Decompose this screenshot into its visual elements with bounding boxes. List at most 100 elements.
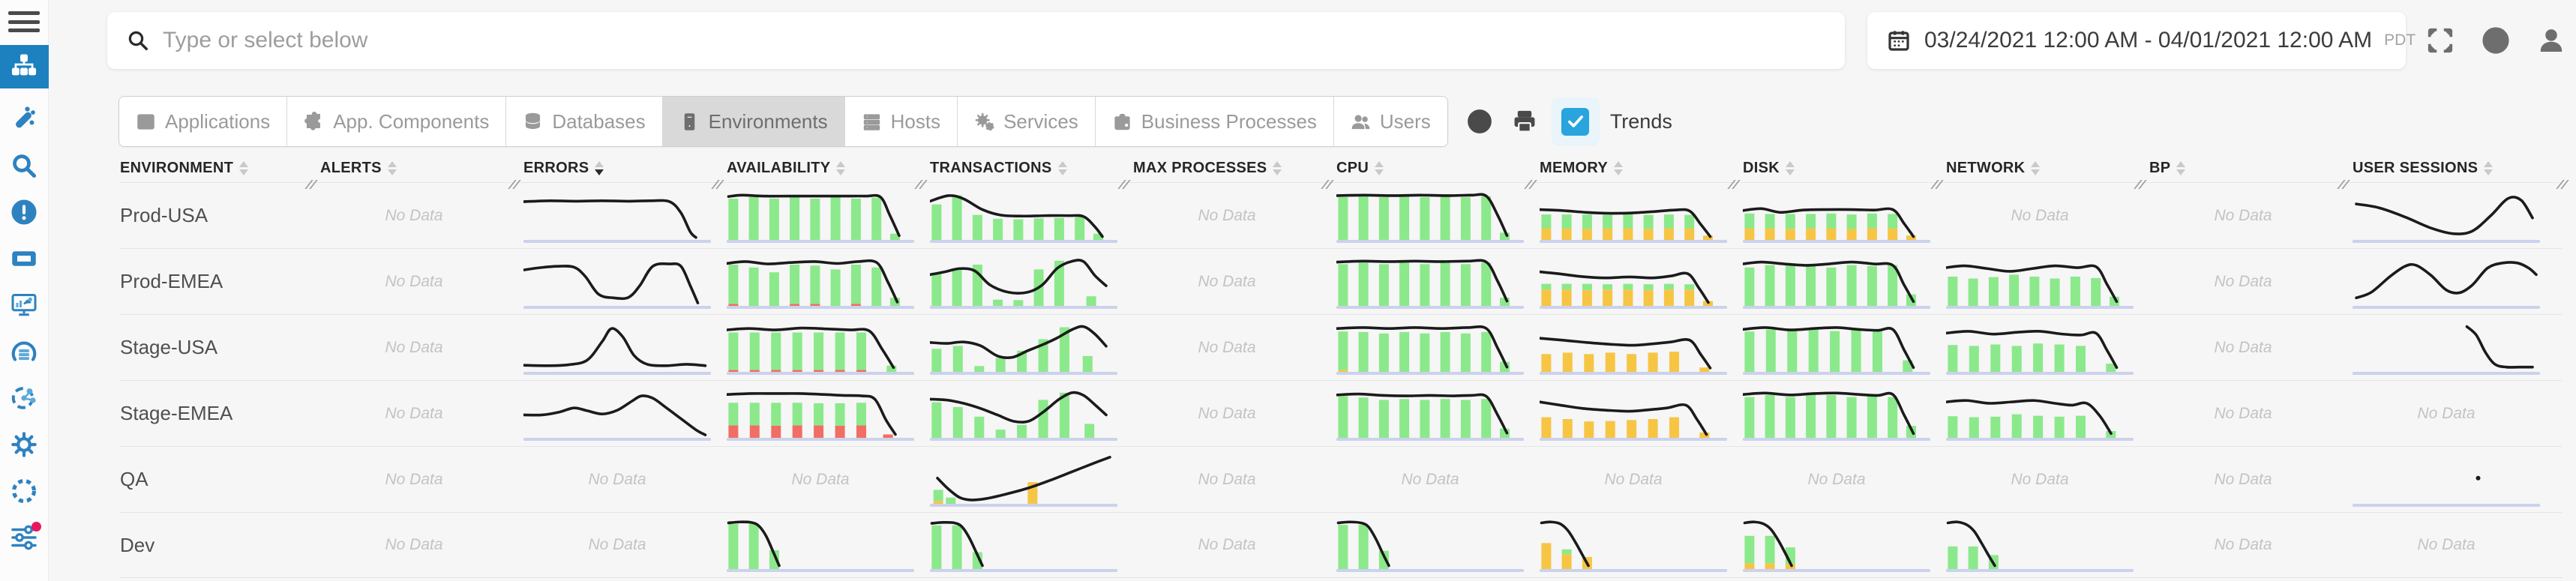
cell-memory[interactable] bbox=[1540, 381, 1743, 446]
sidebar-item-integrations[interactable] bbox=[0, 381, 49, 415]
cell-cpu[interactable] bbox=[1336, 315, 1540, 380]
column-header-memory[interactable]: MEMORY bbox=[1540, 160, 1743, 177]
cell-max_processes[interactable]: No Data bbox=[1133, 249, 1336, 314]
cell-bp[interactable]: No Data bbox=[2149, 183, 2353, 248]
sort-icon[interactable] bbox=[1614, 161, 1623, 175]
cell-cpu[interactable] bbox=[1336, 513, 1540, 577]
sidebar-item-dashed-circle[interactable] bbox=[0, 474, 49, 508]
sidebar-item-filters[interactable] bbox=[0, 520, 49, 555]
environment-name[interactable]: QA bbox=[120, 447, 320, 512]
cell-disk[interactable] bbox=[1743, 513, 1946, 577]
cell-disk[interactable] bbox=[1743, 381, 1946, 446]
cell-user_sessions[interactable] bbox=[2353, 447, 2563, 512]
sort-icon[interactable] bbox=[836, 161, 845, 175]
trends-toggle[interactable]: Trends bbox=[1552, 97, 1672, 145]
cell-network[interactable]: No Data bbox=[1946, 447, 2149, 512]
sort-icon[interactable] bbox=[1058, 161, 1067, 175]
cell-transactions[interactable] bbox=[930, 447, 1133, 512]
cell-bp[interactable]: No Data bbox=[2149, 381, 2353, 446]
cell-max_processes[interactable]: No Data bbox=[1133, 447, 1336, 512]
cell-max_processes[interactable]: No Data bbox=[1133, 513, 1336, 577]
column-header-user_sessions[interactable]: USER SESSIONS bbox=[2353, 160, 2563, 177]
cell-max_processes[interactable]: No Data bbox=[1133, 315, 1336, 380]
date-range-picker[interactable]: 03/24/2021 12:00 AM - 04/01/2021 12:00 A… bbox=[1867, 12, 2406, 69]
cell-user_sessions[interactable]: No Data bbox=[2353, 381, 2563, 446]
cell-network[interactable] bbox=[1946, 249, 2149, 314]
sort-icon[interactable] bbox=[1375, 161, 1384, 175]
user-menu-button[interactable] bbox=[2535, 24, 2568, 57]
cell-alerts[interactable]: No Data bbox=[320, 447, 523, 512]
tab-environments[interactable]: Environments bbox=[662, 97, 844, 146]
replay-button[interactable] bbox=[1463, 105, 1496, 138]
menu-icon[interactable] bbox=[8, 9, 40, 34]
cell-network[interactable] bbox=[1946, 381, 2149, 446]
table-row[interactable]: Prod-USANo DataNo DataNo DataNo Data bbox=[120, 182, 2563, 248]
tab-services[interactable]: Services bbox=[957, 97, 1095, 146]
sidebar-item-settings[interactable] bbox=[0, 427, 49, 462]
cell-disk[interactable] bbox=[1743, 315, 1946, 380]
column-header-alerts[interactable]: ALERTS bbox=[320, 160, 523, 177]
cell-cpu[interactable] bbox=[1336, 249, 1540, 314]
cell-availability[interactable] bbox=[727, 183, 930, 248]
table-row[interactable]: QANo DataNo DataNo DataNo DataNo DataNo … bbox=[120, 446, 2563, 512]
cell-alerts[interactable]: No Data bbox=[320, 381, 523, 446]
cell-errors[interactable] bbox=[523, 249, 727, 314]
column-header-cpu[interactable]: CPU bbox=[1336, 160, 1540, 177]
cell-errors[interactable]: No Data bbox=[523, 447, 727, 512]
sort-icon[interactable] bbox=[1273, 161, 1282, 175]
cell-max_processes[interactable]: No Data bbox=[1133, 183, 1336, 248]
tab-databases[interactable]: Databases bbox=[505, 97, 661, 146]
cell-availability[interactable] bbox=[727, 381, 930, 446]
cell-network[interactable] bbox=[1946, 315, 2149, 380]
environment-name[interactable]: Prod-USA bbox=[120, 183, 320, 248]
cell-availability[interactable]: No Data bbox=[727, 447, 930, 512]
cell-errors[interactable] bbox=[523, 183, 727, 248]
cell-memory[interactable] bbox=[1540, 315, 1743, 380]
sidebar-item-search[interactable] bbox=[0, 148, 49, 183]
column-header-disk[interactable]: DISK bbox=[1743, 160, 1946, 177]
sort-icon[interactable] bbox=[2176, 161, 2185, 175]
print-button[interactable] bbox=[1508, 105, 1541, 138]
cell-alerts[interactable]: No Data bbox=[320, 249, 523, 314]
cell-user_sessions[interactable] bbox=[2353, 249, 2563, 314]
cell-transactions[interactable] bbox=[930, 513, 1133, 577]
cell-transactions[interactable] bbox=[930, 381, 1133, 446]
sidebar-item-alerts[interactable] bbox=[0, 195, 49, 229]
sort-icon[interactable] bbox=[388, 161, 397, 175]
cell-network[interactable]: No Data bbox=[1946, 183, 2149, 248]
cell-network[interactable] bbox=[1946, 513, 2149, 577]
column-header-transactions[interactable]: TRANSACTIONS bbox=[930, 160, 1133, 177]
cell-user_sessions[interactable] bbox=[2353, 183, 2563, 248]
trends-checkbox[interactable] bbox=[1561, 108, 1589, 136]
cell-transactions[interactable] bbox=[930, 183, 1133, 248]
cell-errors[interactable] bbox=[523, 381, 727, 446]
cell-alerts[interactable]: No Data bbox=[320, 183, 523, 248]
environment-name[interactable]: Stage-EMEA bbox=[120, 381, 320, 446]
table-row[interactable]: DevNo DataNo DataNo DataNo DataNo Data bbox=[120, 512, 2563, 578]
environment-name[interactable]: Dev bbox=[120, 513, 320, 577]
sort-icon[interactable] bbox=[239, 161, 248, 175]
sort-icon[interactable] bbox=[2484, 161, 2493, 175]
sort-icon[interactable] bbox=[2031, 161, 2040, 175]
sidebar-item-ticket[interactable] bbox=[0, 241, 49, 276]
play-button[interactable] bbox=[2479, 24, 2512, 57]
tab-app-components[interactable]: App. Components bbox=[286, 97, 505, 146]
sidebar-item-dashboard[interactable] bbox=[0, 288, 49, 322]
cell-memory[interactable] bbox=[1540, 183, 1743, 248]
table-row[interactable]: Prod-EMEANo DataNo DataNo Data bbox=[120, 248, 2563, 314]
cell-transactions[interactable] bbox=[930, 249, 1133, 314]
column-header-availability[interactable]: AVAILABILITY bbox=[727, 160, 930, 177]
sidebar-item-capacity[interactable] bbox=[0, 334, 49, 369]
sort-icon[interactable] bbox=[1786, 161, 1795, 175]
column-header-bp[interactable]: BP bbox=[2149, 160, 2353, 177]
environment-name[interactable]: Stage-USA bbox=[120, 315, 320, 380]
cell-availability[interactable] bbox=[727, 315, 930, 380]
column-header-network[interactable]: NETWORK bbox=[1946, 160, 2149, 177]
sidebar-item-topology[interactable] bbox=[0, 45, 49, 88]
cell-disk[interactable] bbox=[1743, 183, 1946, 248]
table-row[interactable]: Stage-USANo DataNo DataNo Data bbox=[120, 314, 2563, 380]
cell-bp[interactable]: No Data bbox=[2149, 315, 2353, 380]
tab-business-processes[interactable]: Business Processes bbox=[1095, 97, 1333, 146]
tab-applications[interactable]: Applications bbox=[119, 97, 286, 146]
column-header-environment[interactable]: ENVIRONMENT bbox=[120, 160, 320, 177]
